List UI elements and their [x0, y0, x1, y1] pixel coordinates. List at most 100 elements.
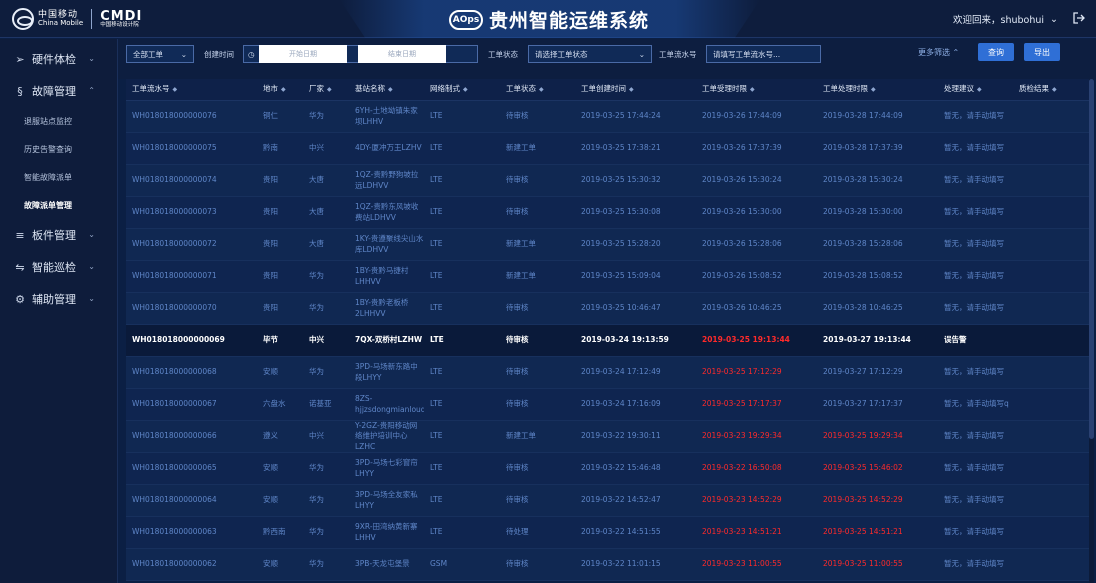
- table-scrollbar[interactable]: [1089, 79, 1094, 583]
- column-header[interactable]: 处理建议 ◆: [938, 84, 1013, 94]
- query-button[interactable]: 查询: [978, 43, 1014, 61]
- sort-icon[interactable]: ◆: [388, 86, 393, 93]
- cell-accept: 2019-03-25 17:12:29: [702, 367, 782, 377]
- more-filters-link[interactable]: 更多筛选 ⌃: [918, 47, 959, 58]
- sidebar-item-hardware[interactable]: ➢ 硬件体检 ⌄: [0, 43, 117, 75]
- sort-icon[interactable]: ◆: [750, 86, 755, 93]
- cell-city: 安顺: [263, 495, 278, 505]
- column-header[interactable]: 质检结果 ◆: [1013, 84, 1090, 94]
- cell-accept: 2019-03-22 16:50:08: [702, 463, 782, 473]
- cell-vendor: 华为: [309, 559, 324, 569]
- column-header[interactable]: 厂家 ◆: [303, 84, 349, 94]
- scrollbar-thumb[interactable]: [1089, 79, 1094, 439]
- sort-icon[interactable]: ◆: [977, 86, 982, 93]
- status-select[interactable]: 请选择工单状态 ⌄: [528, 45, 652, 63]
- welcome-text: 欢迎回来，shubohui: [953, 15, 1045, 26]
- column-header[interactable]: 工单状态 ◆: [500, 84, 575, 94]
- cell-net: LTE: [430, 271, 443, 281]
- table-row[interactable]: WH018018000000063 黔西南 华为 9XR-田湾纳黄新寨LHHV LTE 待…: [126, 517, 1090, 549]
- sort-icon[interactable]: ◆: [281, 86, 286, 93]
- cell-id: WH018018000000065: [132, 463, 217, 473]
- table-row[interactable]: WH018018000000062 安顺 华为 3PB-天龙屯堡景 GSM 待审核 2019…: [126, 549, 1090, 581]
- cell-net: LTE: [430, 239, 443, 249]
- sort-icon[interactable]: ◆: [1052, 86, 1057, 93]
- cell-vendor: 华为: [309, 367, 324, 377]
- flow-number-label: 工单流水号: [659, 50, 697, 59]
- start-date-input[interactable]: 开始日期: [259, 45, 347, 63]
- user-menu[interactable]: 欢迎回来，shubohui ⌄: [953, 12, 1058, 27]
- patrol-icon: ⇋: [15, 260, 25, 274]
- column-header[interactable]: 基站名称 ◆: [349, 84, 424, 94]
- sidebar-subitem-history-alarm[interactable]: 历史告警查询: [0, 135, 117, 163]
- cell-site: 1KY-贵遵聚线尖山水库LDHVV: [355, 234, 424, 254]
- column-header[interactable]: 工单受理时限 ◆: [696, 84, 817, 94]
- cell-city: 贵阳: [263, 207, 278, 217]
- column-header[interactable]: 网络制式 ◆: [424, 84, 500, 94]
- cell-deal: 2019-03-25 15:46:02: [823, 463, 903, 473]
- table-row[interactable]: WH018018000000068 安顺 华为 3PD-马场新东路中段LHYY LTE 待…: [126, 357, 1090, 389]
- cell-deal: 2019-03-25 19:29:34: [823, 431, 903, 441]
- order-type-select[interactable]: 全部工单 ⌄: [126, 45, 194, 63]
- sidebar-item-board[interactable]: ≡ 板件管理 ⌄: [0, 219, 117, 251]
- cell-created: 2019-03-22 19:30:11: [581, 431, 661, 441]
- cell-accept: 2019-03-26 17:44:09: [702, 111, 782, 121]
- cell-status: 待审核: [506, 175, 529, 185]
- sidebar-subitem-offline-monitor[interactable]: 退服站点监控: [0, 107, 117, 135]
- cell-vendor: 华为: [309, 111, 324, 121]
- cell-created: 2019-03-22 11:01:15: [581, 559, 661, 569]
- table-row[interactable]: WH018018000000065 安顺 华为 3PD-马场七彩窗帘LHYY LTE 待审…: [126, 453, 1090, 485]
- table-row[interactable]: WH018018000000075 黔南 中兴 4DY-厦冲万王LZHV LTE 新建工单…: [126, 133, 1090, 165]
- work-order-table: 工单流水号 ◆ 地市 ◆ 厂家 ◆ 基站名称 ◆ 网络制式 ◆ 工单状态 ◆ 工单创建时间 ◆ 工单受理时限…: [126, 79, 1090, 583]
- sort-icon[interactable]: ◆: [871, 86, 876, 93]
- table-row[interactable]: WH018018000000073 贵阳 大唐 1QZ-贵黔东风坡收费站LDHVV LT…: [126, 197, 1090, 229]
- sidebar-subitem-smart-dispatch[interactable]: 智能故障派单: [0, 163, 117, 191]
- table-row[interactable]: WH018018000000067 六盘水 诺基亚 8ZS-hjjzsdongmian…: [126, 389, 1090, 421]
- table-row[interactable]: WH018018000000076 铜仁 华为 6YH-土地坳镇朱家坝LHHV LTE 待…: [126, 101, 1090, 133]
- cell-site: 1BY-贵黔老板桥2LHHVV: [355, 298, 409, 318]
- logout-icon[interactable]: [1072, 11, 1086, 25]
- cmdi-sub-text: 中国移动设计院: [100, 21, 139, 28]
- cell-advice: 误告警: [944, 335, 967, 345]
- clock-icon: ◷: [248, 49, 255, 59]
- cell-id: WH018018000000068: [132, 367, 217, 377]
- sort-icon[interactable]: ◆: [173, 86, 178, 93]
- cell-city: 安顺: [263, 463, 278, 473]
- sort-icon[interactable]: ◆: [327, 86, 332, 93]
- sidebar-item-patrol[interactable]: ⇋ 智能巡检 ⌄: [0, 251, 117, 283]
- column-header[interactable]: 地市 ◆: [257, 84, 303, 94]
- table-row[interactable]: WH018018000000074 贵阳 大唐 1QZ-贵黔野狗坡拉远LDHVV LTE…: [126, 165, 1090, 197]
- column-header[interactable]: 工单处理时限 ◆: [817, 84, 938, 94]
- export-button[interactable]: 导出: [1024, 43, 1060, 61]
- cell-accept: 2019-03-23 19:29:34: [702, 431, 782, 441]
- cell-vendor: 华为: [309, 463, 324, 473]
- table-row[interactable]: WH018018000000072 贵阳 大唐 1KY-贵遵聚线尖山水库LDHVV LT…: [126, 229, 1090, 261]
- cell-created: 2019-03-25 15:09:04: [581, 271, 661, 281]
- cell-advice: 暂无，请手动填写: [944, 175, 1004, 185]
- sidebar-subitem-dispatch-manage[interactable]: 故障派单管理: [0, 191, 117, 219]
- table-row[interactable]: WH018018000000071 贵阳 华为 1BY-贵黔马捷村LHHVV LTE 新建…: [126, 261, 1090, 293]
- sort-icon[interactable]: ◆: [463, 86, 468, 93]
- table-row[interactable]: WH018018000000069 毕节 中兴 7QX-双桥村LZHW LTE 待审核 20…: [126, 325, 1090, 357]
- table-row[interactable]: WH018018000000070 贵阳 华为 1BY-贵黔老板桥2LHHVV LTE 待…: [126, 293, 1090, 325]
- table-row[interactable]: WH018018000000066 遵义 中兴 Y-2GZ-贵阳移动网络维护培训中心L…: [126, 421, 1090, 453]
- end-date-input[interactable]: 结束日期: [358, 45, 446, 63]
- column-header[interactable]: 工单流水号 ◆: [126, 84, 257, 94]
- cell-deal: 2019-03-28 17:44:09: [823, 111, 903, 121]
- cell-net: LTE: [430, 399, 443, 409]
- sort-icon[interactable]: ◆: [539, 86, 544, 93]
- sort-icon[interactable]: ◆: [629, 86, 634, 93]
- cell-vendor: 华为: [309, 527, 324, 537]
- flow-number-input[interactable]: 请填写工单流水号...: [706, 45, 821, 63]
- cell-deal: 2019-03-28 15:30:00: [823, 207, 903, 217]
- sidebar-item-label: 硬件体检: [32, 53, 76, 66]
- cell-net: LTE: [430, 367, 443, 377]
- cell-id: WH018018000000075: [132, 143, 217, 153]
- column-header[interactable]: 工单创建时间 ◆: [575, 84, 696, 94]
- sidebar-item-fault[interactable]: § 故障管理 ⌃: [0, 75, 117, 107]
- cell-id: WH018018000000072: [132, 239, 217, 249]
- cmdi-text: CMDI: [100, 8, 143, 24]
- table-row[interactable]: WH018018000000064 安顺 华为 3PD-马场全友家私LHYY LTE 待审…: [126, 485, 1090, 517]
- cell-vendor: 大唐: [309, 239, 324, 249]
- filter-bar: 全部工单 ⌄ 创建时间 ◷ 开始日期 结束日期 工单状态 请选择工单状态 ⌄ 工…: [118, 39, 1096, 79]
- sidebar-item-assist[interactable]: ⚙ 辅助管理 ⌄: [0, 283, 117, 315]
